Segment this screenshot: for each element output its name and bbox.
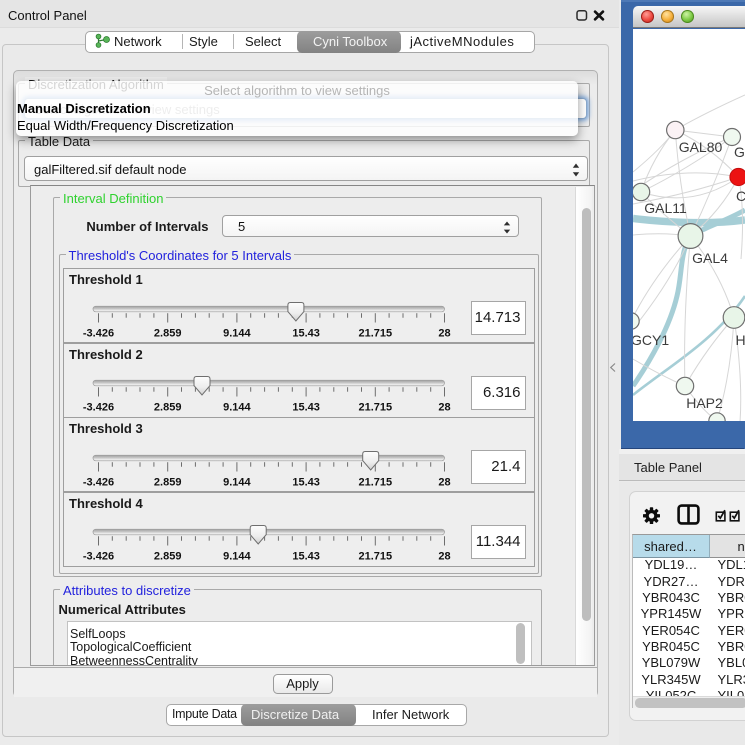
svg-text:2.859: 2.859 xyxy=(154,476,182,488)
svg-text:28: 28 xyxy=(438,327,450,339)
svg-text:GAL11: GAL11 xyxy=(644,200,687,216)
svg-text:GAL4: GAL4 xyxy=(692,250,728,266)
svg-text:HA: HA xyxy=(736,332,745,348)
svg-text:9.144: 9.144 xyxy=(223,476,251,488)
svg-text:15.43: 15.43 xyxy=(292,402,320,414)
svg-text:21.715: 21.715 xyxy=(358,551,392,563)
svg-text:2.859: 2.859 xyxy=(154,551,182,563)
svg-text:21.715: 21.715 xyxy=(358,476,392,488)
svg-text:GAL2: GAL2 xyxy=(734,144,745,160)
svg-text:GCY1: GCY1 xyxy=(633,332,669,348)
svg-text:21.715: 21.715 xyxy=(358,402,392,414)
svg-text:2.859: 2.859 xyxy=(154,402,182,414)
svg-text:-3.426: -3.426 xyxy=(83,551,114,563)
svg-text:9.144: 9.144 xyxy=(223,551,251,563)
svg-text:15.43: 15.43 xyxy=(292,551,320,563)
svg-text:28: 28 xyxy=(438,551,450,563)
svg-text:2.859: 2.859 xyxy=(154,327,182,339)
svg-text:9.144: 9.144 xyxy=(223,327,251,339)
svg-text:28: 28 xyxy=(438,476,450,488)
svg-text:15.43: 15.43 xyxy=(292,476,320,488)
svg-text:15.43: 15.43 xyxy=(292,327,320,339)
svg-text:-3.426: -3.426 xyxy=(83,327,114,339)
svg-text:28: 28 xyxy=(438,402,450,414)
svg-text:CL: CL xyxy=(736,188,745,204)
svg-text:21.715: 21.715 xyxy=(358,327,392,339)
svg-text:-3.426: -3.426 xyxy=(83,402,114,414)
svg-text:9.144: 9.144 xyxy=(223,402,251,414)
svg-text:GAL80: GAL80 xyxy=(679,139,723,155)
svg-text:-3.426: -3.426 xyxy=(83,476,114,488)
svg-text:HAP2: HAP2 xyxy=(686,395,723,411)
